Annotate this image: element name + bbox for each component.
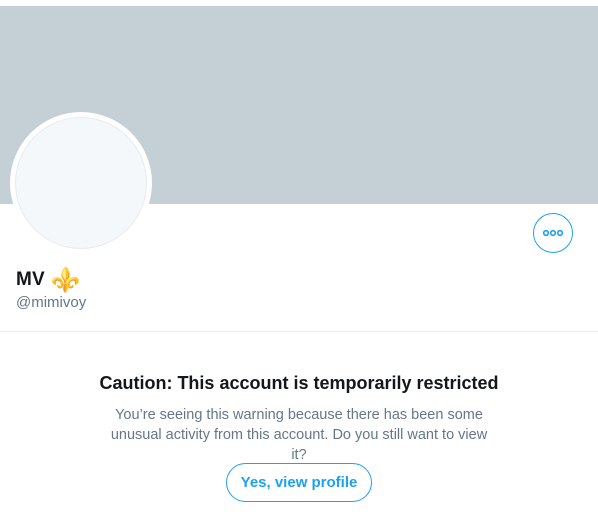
caution-title: Caution: This account is temporarily res… (99, 373, 499, 393)
user-handle: @mimivoy (16, 294, 87, 311)
divider (0, 331, 598, 332)
more-dots-icon (542, 229, 564, 237)
avatar-placeholder (15, 117, 147, 249)
avatar[interactable] (10, 112, 152, 254)
caution-description: You’re seeing this warning because there… (110, 407, 488, 463)
fleur-de-lis-icon: ⚜️ (50, 266, 81, 294)
name-row: MV ⚜️ (16, 268, 81, 292)
display-name: MV (16, 269, 45, 290)
profile-page: MV ⚜️ @mimivoy Caution: This account is … (0, 0, 598, 522)
more-options-button[interactable] (533, 213, 573, 253)
view-profile-button[interactable]: Yes, view profile (226, 463, 372, 502)
